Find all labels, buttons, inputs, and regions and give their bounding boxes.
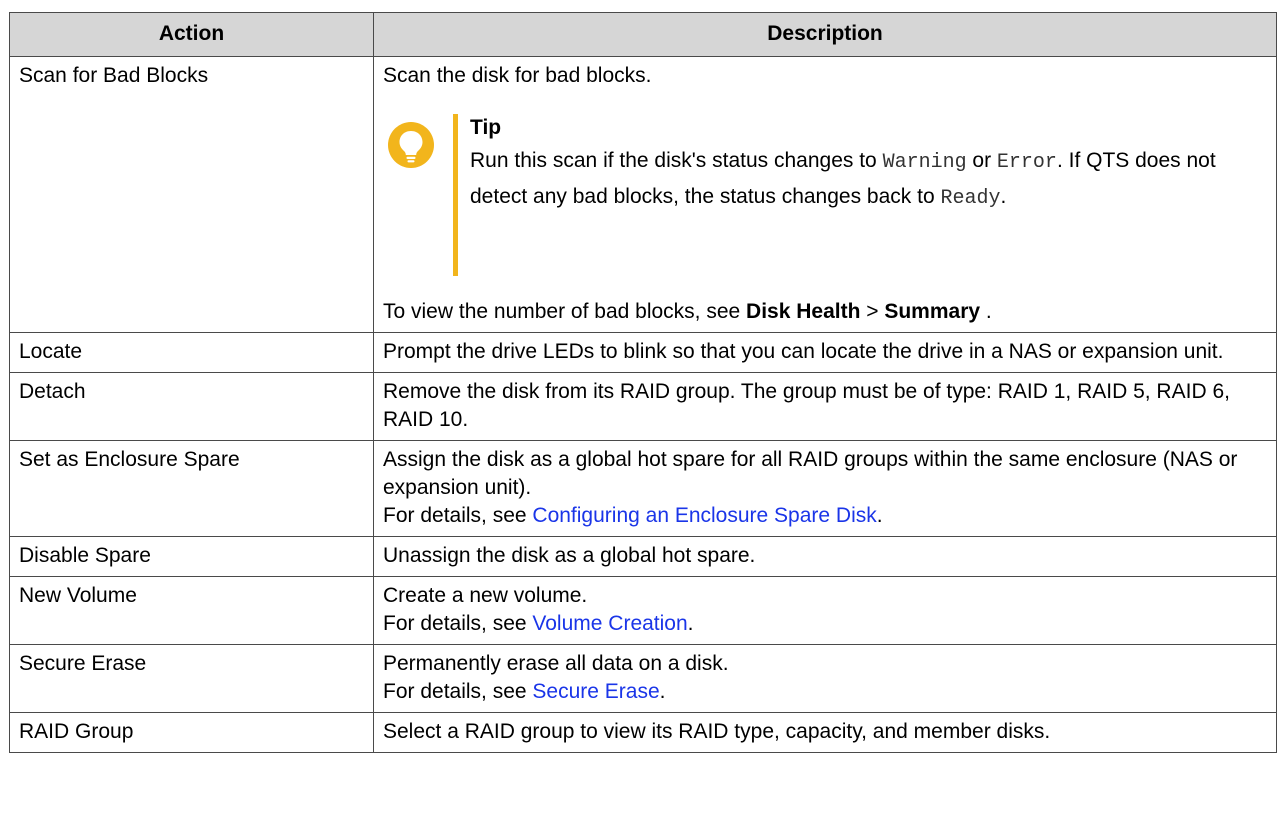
description-cell: Assign the disk as a global hot spare fo…	[373, 440, 1277, 537]
status-code-ready: Ready	[940, 187, 1001, 210]
header-description: Description	[373, 12, 1277, 57]
path-separator: >	[860, 300, 885, 323]
action-cell: Secure Erase	[9, 644, 374, 713]
description-text: Scan the disk for bad blocks.	[383, 64, 652, 87]
description-cell: Select a RAID group to view its RAID typ…	[373, 712, 1277, 753]
link-enclosure-spare-disk[interactable]: Configuring an Enclosure Spare Disk	[532, 504, 876, 527]
description-cell: Unassign the disk as a global hot spare.	[373, 536, 1277, 577]
table-header-row: Action Description	[9, 12, 1277, 57]
view-text: To view the number of bad blocks, see	[383, 300, 747, 323]
description-text: Permanently erase all data on a disk.	[383, 652, 729, 675]
description-cell: Create a new volume. For details, see Vo…	[373, 576, 1277, 645]
description-cell: Permanently erase all data on a disk. Fo…	[373, 644, 1277, 713]
view-text: .	[980, 300, 992, 323]
details-text: .	[876, 504, 883, 527]
header-action: Action	[9, 12, 374, 57]
lightbulb-icon	[388, 122, 434, 168]
table-row: Secure Erase Permanently erase all data …	[9, 644, 1277, 713]
table-row: RAID Group Select a RAID group to view i…	[9, 712, 1277, 753]
description-text: Create a new volume.	[383, 584, 588, 607]
table-row: Set as Enclosure Spare Assign the disk a…	[9, 440, 1277, 537]
status-code-warning: Warning	[882, 151, 967, 174]
table-row: Detach Remove the disk from its RAID gro…	[9, 372, 1277, 441]
tip-accent-bar	[453, 114, 458, 276]
link-secure-erase[interactable]: Secure Erase	[532, 680, 659, 703]
ui-path-disk-health: Disk Health	[746, 300, 861, 323]
description-cell: Remove the disk from its RAID group. The…	[373, 372, 1277, 441]
status-code-error: Error	[996, 151, 1057, 174]
description-text: Assign the disk as a global hot spare fo…	[383, 448, 1238, 499]
tip-body: Run this scan if the disk's status chang…	[470, 144, 1267, 216]
table-row: Scan for Bad Blocks Scan the disk for ba…	[9, 56, 1277, 333]
tip-callout: Tip Run this scan if the disk's status c…	[383, 114, 1267, 276]
details-text: .	[687, 612, 694, 635]
details-text: .	[659, 680, 666, 703]
details-text: For details, see	[383, 612, 533, 635]
link-volume-creation[interactable]: Volume Creation	[532, 612, 687, 635]
tip-text: or	[966, 149, 997, 172]
table-row: Locate Prompt the drive LEDs to blink so…	[9, 332, 1277, 373]
description-cell: Prompt the drive LEDs to blink so that y…	[373, 332, 1277, 373]
description-cell: Scan the disk for bad blocks. Tip Run th…	[373, 56, 1277, 333]
table-row: Disable Spare Unassign the disk as a glo…	[9, 536, 1277, 577]
action-cell: Detach	[9, 372, 374, 441]
tip-content: Tip Run this scan if the disk's status c…	[470, 114, 1267, 216]
tip-text: Run this scan if the disk's status chang…	[470, 149, 883, 172]
action-cell: New Volume	[9, 576, 374, 645]
action-cell: Set as Enclosure Spare	[9, 440, 374, 537]
tip-text: .	[1000, 185, 1007, 208]
details-text: For details, see	[383, 680, 533, 703]
view-reference: To view the number of bad blocks, see Di…	[383, 298, 1267, 326]
disk-actions-table: Action Description Scan for Bad Blocks S…	[9, 12, 1277, 753]
ui-path-summary: Summary	[884, 300, 981, 323]
action-cell: Disable Spare	[9, 536, 374, 577]
table-row: New Volume Create a new volume. For deta…	[9, 576, 1277, 645]
details-text: For details, see	[383, 504, 533, 527]
action-cell: Scan for Bad Blocks	[9, 56, 374, 333]
tip-title: Tip	[470, 116, 502, 139]
action-cell: Locate	[9, 332, 374, 373]
action-cell: RAID Group	[9, 712, 374, 753]
